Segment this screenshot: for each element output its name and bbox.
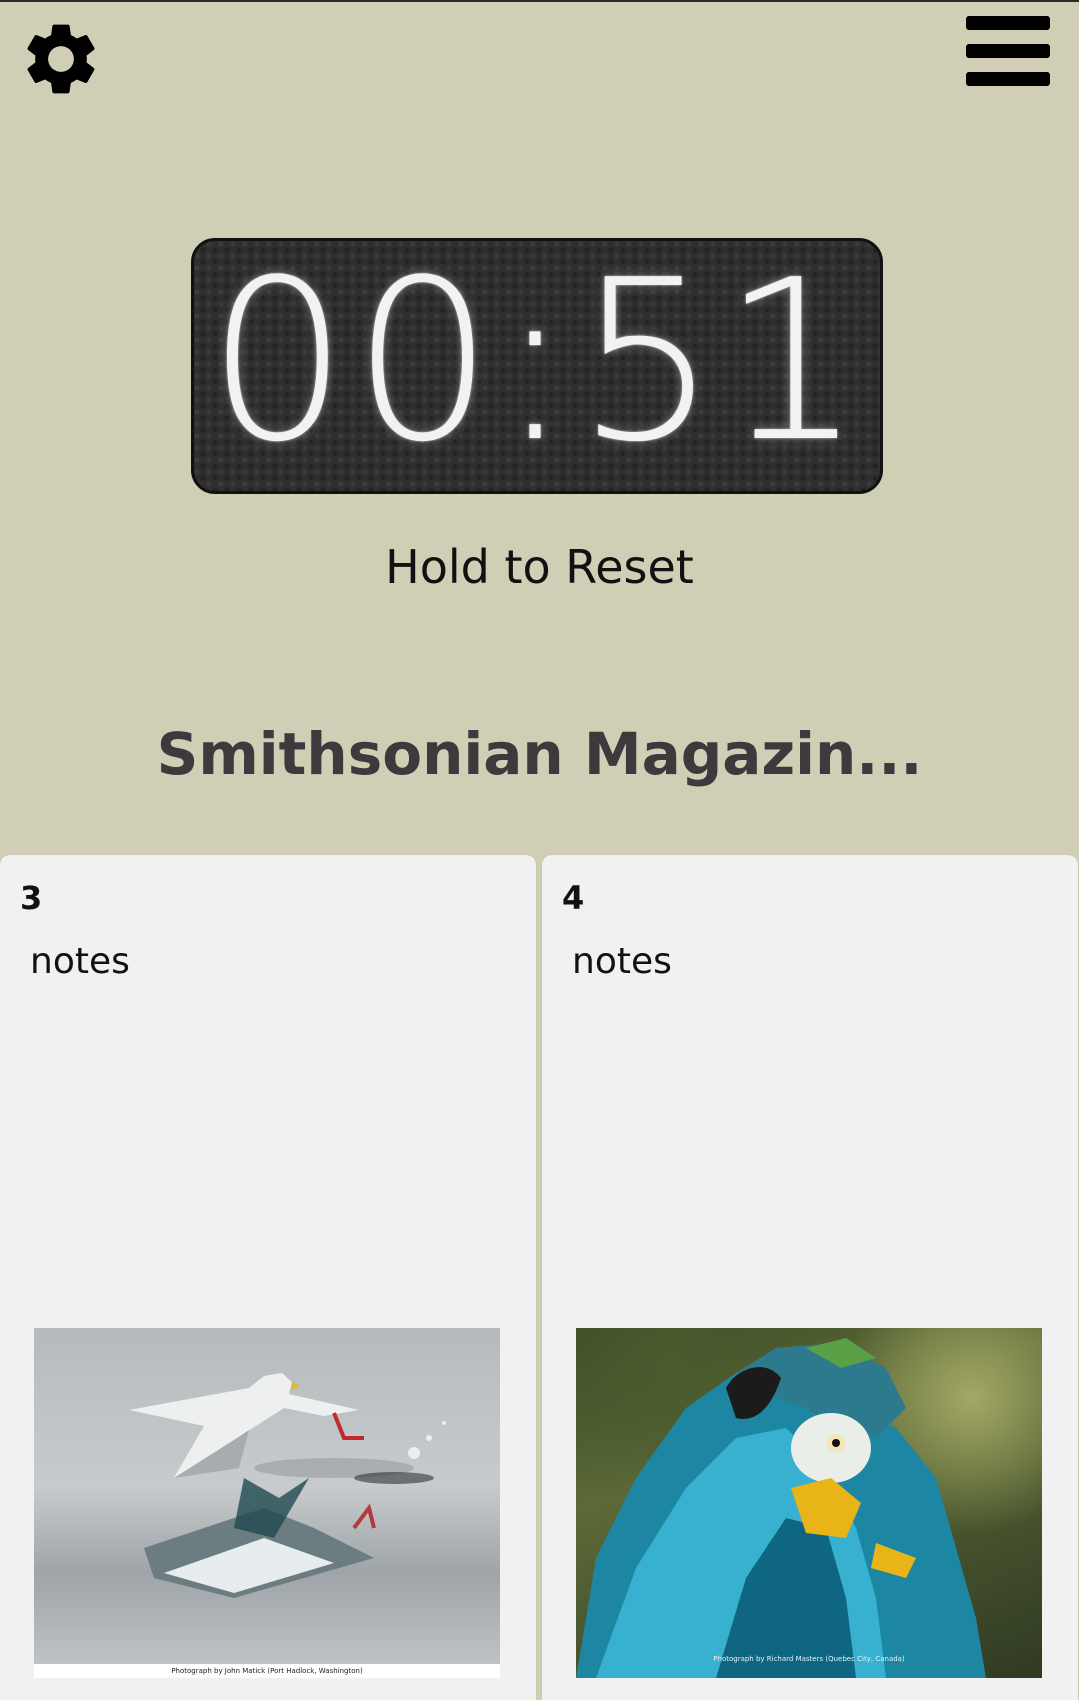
timer-display[interactable]: 00:51 [191, 238, 883, 494]
card-number: 4 [562, 879, 585, 917]
hamburger-menu-icon[interactable] [966, 16, 1052, 92]
seagull-photo: Photograph by John Matick (Port Hadlock,… [34, 1328, 500, 1678]
menu-bar-bottom [966, 72, 1050, 86]
hold-to-reset-label[interactable]: Hold to Reset [0, 540, 1079, 594]
card-notes-label: notes [572, 941, 672, 982]
note-card-4[interactable]: 4 notes Photograph by Richard Masters (Q… [542, 855, 1078, 1700]
note-card-3[interactable]: 3 notes Photograph by John Matick (Port … [0, 855, 536, 1700]
gear-icon[interactable] [18, 16, 108, 106]
card-notes-label: notes [30, 941, 130, 982]
photo-caption: Photograph by John Matick (Port Hadlock,… [34, 1664, 500, 1678]
macaw-photo: Photograph by Richard Masters (Quebec Ci… [576, 1328, 1042, 1678]
menu-bar-top [966, 16, 1050, 30]
menu-bar-middle [966, 44, 1050, 58]
page-title: Smithsonian Magazin... [156, 720, 923, 788]
photo-caption: Photograph by Richard Masters (Quebec Ci… [713, 1655, 905, 1663]
top-border [0, 0, 1079, 2]
timer-value: 00:51 [207, 233, 867, 491]
card-number: 3 [20, 879, 43, 917]
